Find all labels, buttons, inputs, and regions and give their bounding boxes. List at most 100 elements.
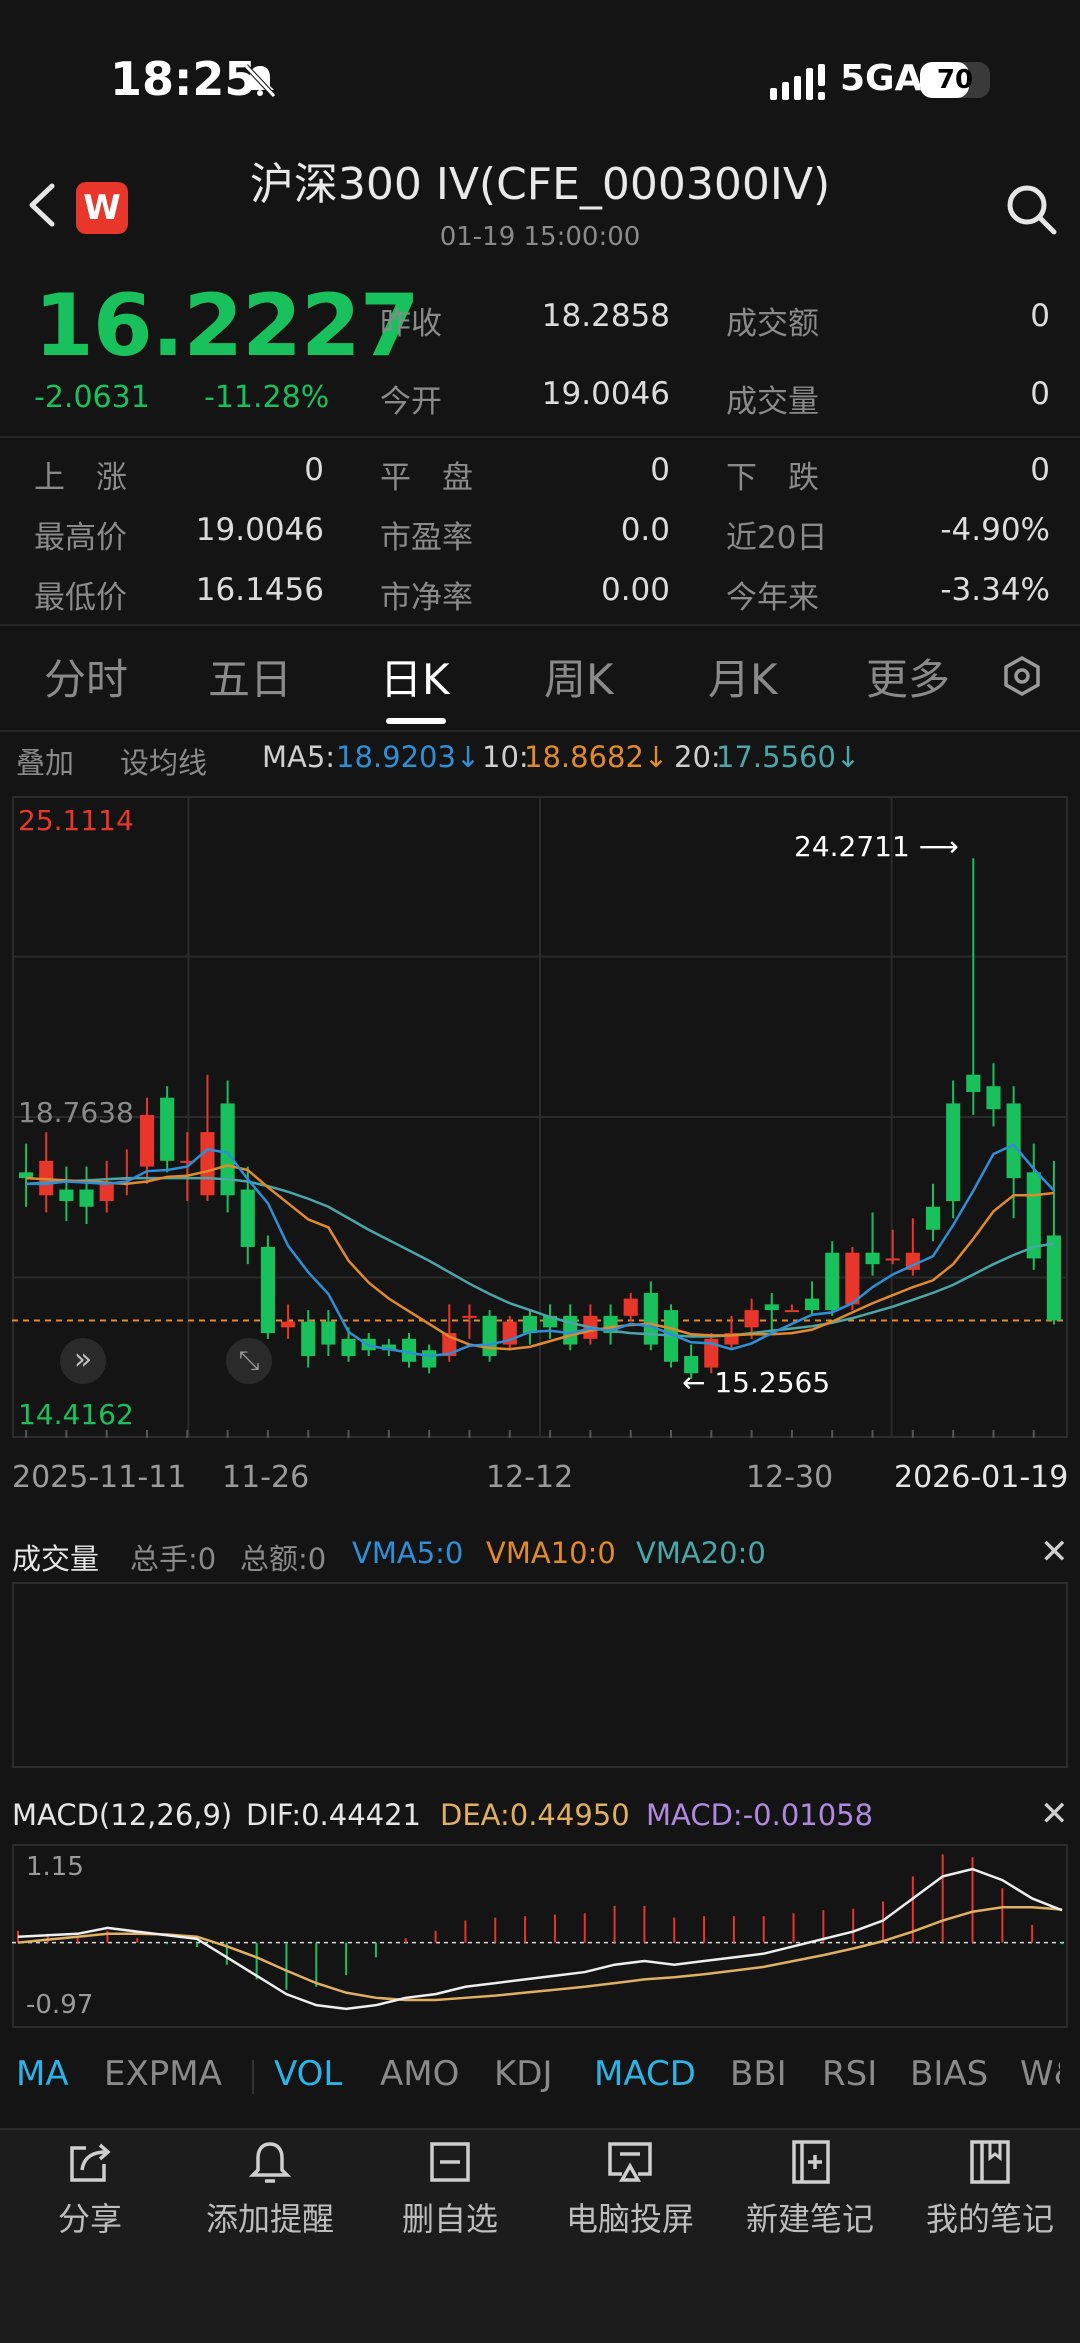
tab-intraday[interactable]: 分时 bbox=[44, 646, 128, 707]
flat-count-value: 0 bbox=[650, 452, 670, 488]
date-label: 12-12 bbox=[486, 1460, 574, 1495]
new-note-label: 新建笔记 bbox=[745, 2200, 874, 2238]
date-label: 11-26 bbox=[222, 1460, 310, 1495]
high-label: 最高价 bbox=[34, 520, 127, 556]
low-annotation: ← 15.2565 bbox=[682, 1366, 831, 1399]
cast-to-pc-label: 电脑投屏 bbox=[565, 2200, 694, 2238]
indicator-more[interactable]: W& bbox=[1020, 2054, 1060, 2094]
high-value: 19.0046 bbox=[195, 512, 324, 548]
macd-dif: DIF:0.44421 bbox=[246, 1798, 422, 1832]
macd-value: MACD:-0.01058 bbox=[646, 1798, 874, 1832]
d20-label: 近20日 bbox=[726, 520, 828, 556]
status-time: 18:25 bbox=[110, 52, 257, 106]
candle-body bbox=[845, 1252, 860, 1305]
candle-body bbox=[1006, 1103, 1021, 1179]
candle-body bbox=[321, 1321, 336, 1345]
my-notes-label: 我的笔记 bbox=[925, 2200, 1054, 2238]
candle-body bbox=[764, 1304, 779, 1311]
battery-level: 70 bbox=[936, 65, 974, 95]
close-macd-icon[interactable]: ✕ bbox=[1040, 1794, 1069, 1834]
down-count-label: 下 跌 bbox=[726, 460, 819, 496]
candle-body bbox=[643, 1292, 658, 1345]
high-annotation: 24.2711 ⟶ bbox=[794, 830, 959, 863]
indicator-amo[interactable]: AMO bbox=[380, 2054, 459, 2094]
chart-settings-icon[interactable] bbox=[1000, 654, 1044, 698]
candle-body bbox=[401, 1338, 417, 1362]
tab-weekly-k[interactable]: 周K bbox=[544, 646, 614, 707]
macd-top-label: 1.15 bbox=[26, 1852, 84, 1882]
volume-chart[interactable] bbox=[12, 1582, 1068, 1768]
cast-to-pc-button[interactable]: 电脑投屏 bbox=[540, 2136, 720, 2256]
volume-total-amount: 总额:0 bbox=[240, 1542, 327, 1576]
d20-value: -4.90% bbox=[940, 512, 1050, 548]
my-notes-button[interactable]: 我的笔记 bbox=[900, 2136, 1080, 2256]
candle-body bbox=[79, 1189, 94, 1207]
candle-body bbox=[99, 1183, 114, 1202]
pb-label: 市净率 bbox=[380, 580, 473, 616]
prev-close-label: 昨收 bbox=[380, 306, 442, 342]
mute-bell-icon bbox=[244, 64, 276, 98]
new-note-button[interactable]: 新建笔记 bbox=[720, 2136, 900, 2256]
low-value: 16.1456 bbox=[195, 572, 324, 608]
indicator-expma[interactable]: EXPMA bbox=[104, 2054, 222, 2094]
vma10-value: VMA10:0 bbox=[486, 1536, 616, 1570]
volume-title: 成交量 bbox=[12, 1542, 100, 1576]
set-ma-button[interactable]: 设均线 bbox=[120, 740, 207, 782]
macd-dea: DEA:0.44950 bbox=[440, 1798, 630, 1832]
candle-body bbox=[1046, 1235, 1061, 1321]
kline-chart[interactable] bbox=[12, 796, 1068, 1438]
minus-box-icon bbox=[430, 2142, 470, 2182]
close-volume-icon[interactable]: ✕ bbox=[1040, 1532, 1069, 1572]
tab-five-day[interactable]: 五日 bbox=[208, 646, 292, 707]
remove-watchlist-button[interactable]: 删自选 bbox=[360, 2136, 540, 2256]
candle-body bbox=[240, 1189, 255, 1247]
tab-monthly-k[interactable]: 月K bbox=[708, 646, 778, 707]
pe-label: 市盈率 bbox=[380, 520, 473, 556]
fullscreen-icon[interactable]: ⤡ bbox=[226, 1338, 272, 1384]
chart-max-label: 25.1114 bbox=[18, 804, 134, 837]
candle-body bbox=[260, 1246, 275, 1334]
up-count-label: 上 涨 bbox=[34, 460, 127, 496]
candle-body bbox=[59, 1189, 74, 1202]
indicator-rsi[interactable]: RSI bbox=[822, 2054, 877, 2094]
candle-body bbox=[482, 1315, 497, 1357]
ma10-value: 18.8682↓ bbox=[524, 740, 669, 774]
flat-count-label: 平 盘 bbox=[380, 460, 473, 496]
indicator-ma[interactable]: MA bbox=[16, 2054, 69, 2094]
share-label: 分享 bbox=[57, 2200, 122, 2238]
pb-value: 0.00 bbox=[600, 572, 670, 608]
volume-total-hands: 总手:0 bbox=[130, 1542, 217, 1576]
candle-body bbox=[946, 1103, 961, 1202]
indicator-divider bbox=[252, 2060, 254, 2094]
tab-more[interactable]: 更多 bbox=[866, 646, 950, 707]
up-count-value: 0 bbox=[304, 452, 324, 488]
quote-divider bbox=[0, 436, 1080, 438]
active-tab-indicator bbox=[386, 718, 446, 724]
turnover-label: 成交额 bbox=[726, 306, 819, 342]
candle-body bbox=[825, 1252, 840, 1311]
quote-datetime: 01-19 15:00:00 bbox=[439, 222, 641, 252]
page-title: 沪深300 IV(CFE_000300IV) bbox=[249, 159, 831, 210]
indicator-kdj[interactable]: KDJ bbox=[494, 2054, 553, 2094]
macd-chart[interactable] bbox=[12, 1844, 1068, 2028]
add-alert-button[interactable]: 添加提醒 bbox=[180, 2136, 360, 2256]
ytd-label: 今年来 bbox=[726, 580, 819, 616]
candle-body bbox=[220, 1103, 235, 1196]
overlay-button[interactable]: 叠加 bbox=[16, 740, 74, 782]
candle-body bbox=[281, 1321, 296, 1328]
screen-cast-icon bbox=[608, 2142, 652, 2182]
indicator-vol[interactable]: VOL bbox=[274, 2054, 342, 2094]
candle-body bbox=[623, 1298, 638, 1316]
share-button[interactable]: 分享 bbox=[0, 2136, 180, 2256]
indicator-bbi[interactable]: BBI bbox=[730, 2054, 787, 2094]
search-icon[interactable] bbox=[1004, 182, 1058, 236]
share-icon bbox=[70, 2143, 111, 2182]
indicator-bias[interactable]: BIAS bbox=[910, 2054, 988, 2094]
ma10-label: 10: bbox=[482, 740, 529, 774]
date-label: 2026-01-19 bbox=[894, 1460, 1069, 1495]
chart-mid-label: 18.7638 bbox=[18, 1096, 134, 1129]
indicator-macd[interactable]: MACD bbox=[594, 2054, 696, 2094]
expand-left-icon[interactable]: » bbox=[60, 1338, 106, 1384]
tab-daily-k[interactable]: 日K bbox=[380, 646, 450, 707]
volume-label: 成交量 bbox=[726, 384, 819, 420]
